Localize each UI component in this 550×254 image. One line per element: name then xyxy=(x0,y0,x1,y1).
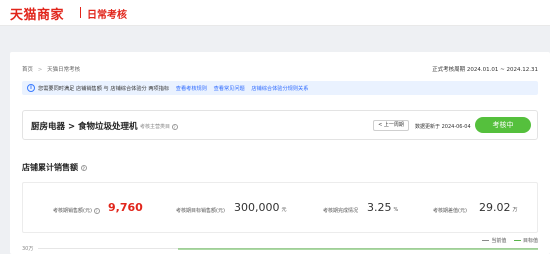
help-icon[interactable]: ? xyxy=(171,123,178,130)
assessment-status-button[interactable]: 考核中 xyxy=(475,117,531,133)
kpi-label-difference: 考核期差值(元) xyxy=(433,208,467,214)
prev-period-button[interactable]: < 上一周期 xyxy=(373,120,409,131)
sales-chart xyxy=(38,248,538,250)
category-subtitle: 考核主营类目 xyxy=(140,124,171,130)
kpi-label-sales: 考核期销售额(元) xyxy=(53,208,92,214)
sales-section-title: 店铺累计销售额 ? xyxy=(22,163,87,172)
brand-subtitle: 日常考核 xyxy=(87,10,127,21)
legend-target-label[interactable]: 目标值 xyxy=(523,238,538,244)
info-icon: i xyxy=(27,84,35,92)
legend-current-swatch xyxy=(482,240,490,241)
kpi-value-completion: 3.25 xyxy=(367,201,392,214)
link-assessment-rules[interactable]: 查看考核规则 xyxy=(176,86,207,92)
legend-current-label[interactable]: 当前值 xyxy=(491,238,506,244)
top-bar: 天猫商家 日常考核 xyxy=(0,0,550,26)
kpi-value-sales: 9,760 xyxy=(108,201,143,214)
breadcrumb-home[interactable]: 首页 xyxy=(22,67,33,73)
breadcrumb-current: 天猫日常考核 xyxy=(47,67,81,73)
notice-text: 您需要同时满足 店铺销售额 与 店铺综合体验分 两项指标 xyxy=(38,86,170,92)
kpi-unit-target-sales: 元 xyxy=(281,207,287,213)
kpi-unit-completion: % xyxy=(393,207,399,213)
notice-banner: i 您需要同时满足 店铺销售额 与 店铺综合体验分 两项指标 查看考核规则 查看… xyxy=(22,81,538,95)
data-updated-text: 数据更新于 2024-06-04 xyxy=(415,124,471,130)
kpi-label-target-sales: 考核期目标销售额(元) xyxy=(176,208,225,214)
category-title: 厨房电器 > 食物垃圾处理机 xyxy=(31,122,138,132)
kpi-value-target-sales: 300,000 xyxy=(234,201,280,214)
link-experience-score-rules[interactable]: 店铺综合体验分规则关系 xyxy=(251,86,308,92)
kpi-value-difference: 29.02 xyxy=(479,201,511,214)
legend-target-swatch xyxy=(513,240,521,241)
breadcrumb: 首页 > 天猫日常考核 xyxy=(22,65,83,73)
brand-logo[interactable]: 天猫商家 xyxy=(10,4,64,23)
y-axis-top-label: 30万 xyxy=(22,246,34,252)
chart-legend: 当前值 目标值 xyxy=(476,237,538,244)
assessment-period: 正式考核周期 2024.01.01 ~ 2024.12.31 xyxy=(432,67,538,73)
main-panel: 首页 > 天猫日常考核 正式考核周期 2024.01.01 ~ 2024.12.… xyxy=(10,52,550,254)
brand-divider xyxy=(80,7,81,18)
help-icon[interactable]: ? xyxy=(80,164,87,171)
category-card: 厨房电器 > 食物垃圾处理机 考核主营类目 ? < 上一周期 数据更新于 202… xyxy=(22,110,538,140)
kpi-box: 考核期销售额(元) ? 9,760 考核期目标销售额(元) 300,000 元 考… xyxy=(22,182,538,233)
kpi-label-completion: 考核期完成情况 xyxy=(323,208,359,214)
kpi-unit-difference: 万 xyxy=(512,207,518,213)
help-icon[interactable]: ? xyxy=(93,207,100,214)
link-faq[interactable]: 查看常见问题 xyxy=(214,86,245,92)
breadcrumb-separator: > xyxy=(37,67,43,73)
